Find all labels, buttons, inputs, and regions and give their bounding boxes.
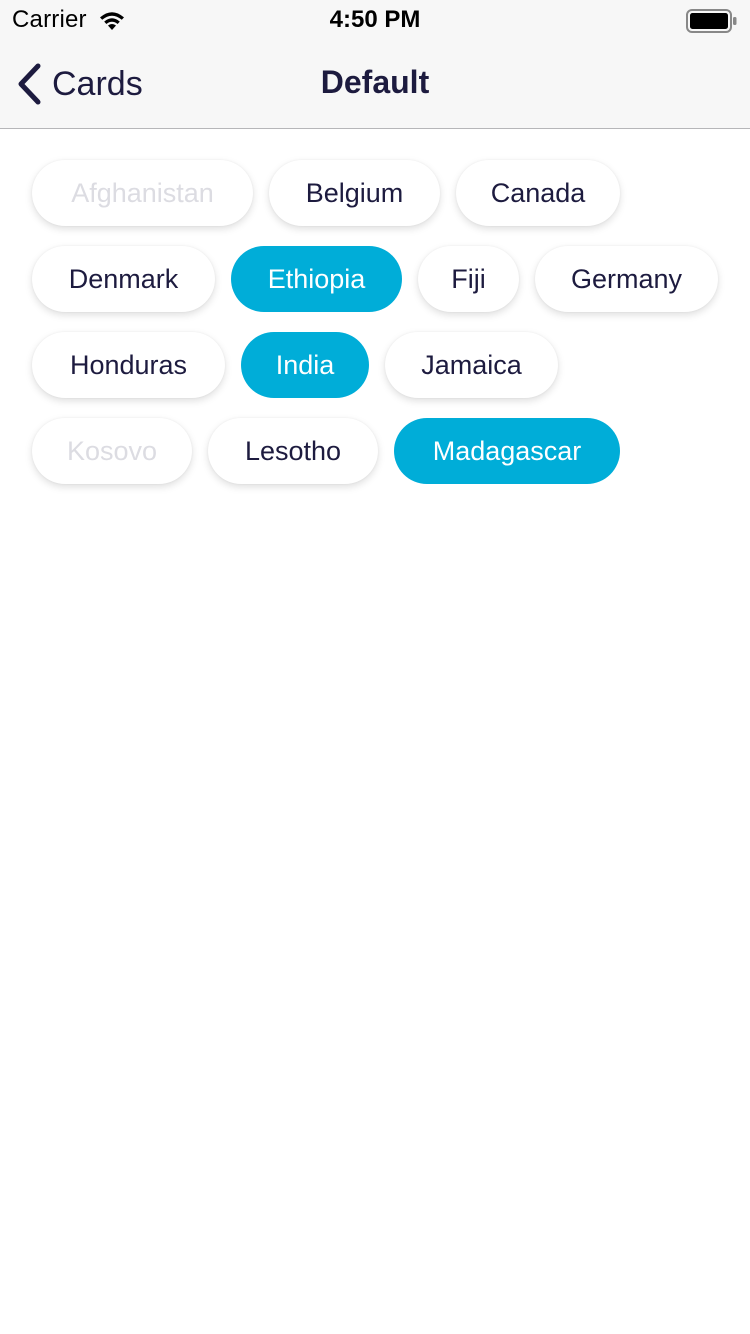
navigation-bar: Cards Default <box>0 40 750 129</box>
chip-india[interactable]: India <box>241 332 369 398</box>
battery-icon <box>686 9 737 33</box>
chip-honduras[interactable]: Honduras <box>32 332 225 398</box>
status-time: 4:50 PM <box>329 6 421 33</box>
chip-lesotho[interactable]: Lesotho <box>208 418 378 484</box>
page-title: Default <box>320 64 430 100</box>
chip-belgium[interactable]: Belgium <box>269 160 440 226</box>
chip-madagascar[interactable]: Madagascar <box>394 418 620 484</box>
chip-fiji[interactable]: Fiji <box>418 246 519 312</box>
chip-germany[interactable]: Germany <box>535 246 718 312</box>
chip-afghanistan: Afghanistan <box>32 160 253 226</box>
chip-jamaica[interactable]: Jamaica <box>385 332 558 398</box>
status-bar: Carrier 4:50 PM <box>0 0 750 40</box>
chip-kosovo: Kosovo <box>32 418 192 484</box>
chip-ethiopia[interactable]: Ethiopia <box>231 246 402 312</box>
chip-canada[interactable]: Canada <box>456 160 620 226</box>
chip-denmark[interactable]: Denmark <box>32 246 215 312</box>
